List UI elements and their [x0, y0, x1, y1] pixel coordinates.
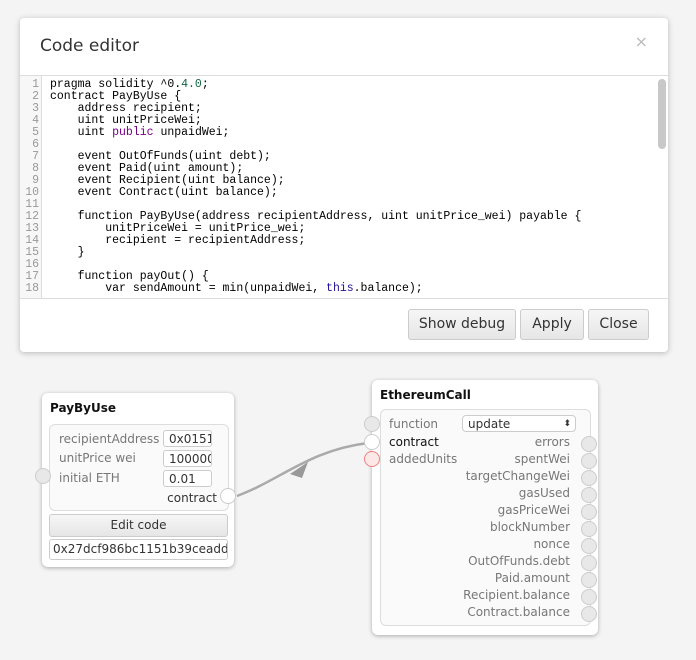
input-label: contract	[389, 435, 439, 449]
output-port[interactable]	[581, 487, 597, 503]
edit-code-button[interactable]: Edit code	[49, 514, 228, 537]
initial-eth-input[interactable]: 0.01	[163, 470, 212, 487]
function-label: function	[389, 417, 439, 431]
unit-price-input[interactable]: 100000	[163, 450, 212, 467]
function-value: update	[468, 417, 511, 431]
ethereumcall-node[interactable]: EthereumCall function update ⬍ contract a…	[364, 380, 598, 635]
function-input-port[interactable]	[364, 416, 380, 432]
output-port[interactable]	[581, 453, 597, 469]
output-label: targetChangeWei	[465, 469, 570, 483]
recipient-address-input[interactable]: 0x0151	[163, 430, 212, 447]
output-port[interactable]	[581, 589, 597, 605]
output-label: OutOfFunds.debt	[468, 554, 570, 568]
input-port[interactable]	[35, 468, 51, 484]
node-title: EthereumCall	[380, 388, 471, 402]
function-select[interactable]: update ⬍	[462, 415, 576, 432]
output-port[interactable]	[581, 555, 597, 571]
output-label: Contract.balance	[467, 605, 570, 619]
field-label: recipientAddress	[59, 432, 160, 446]
contract-input-port[interactable]	[364, 434, 380, 450]
output-label: gasUsed	[518, 486, 570, 500]
field-label: initial ETH	[59, 471, 120, 485]
output-label: Recipient.balance	[463, 588, 570, 602]
output-port[interactable]	[581, 538, 597, 554]
output-port[interactable]	[581, 436, 597, 452]
paybyuse-node[interactable]: PayByUse recipientAddress 0x0151 unitPri…	[35, 393, 236, 567]
output-port[interactable]	[581, 572, 597, 588]
output-label: spentWei	[514, 452, 570, 466]
contract-output-port[interactable]	[220, 488, 236, 504]
node-params: recipientAddress 0x0151 unitPrice wei 10…	[49, 424, 229, 511]
output-label: blockNumber	[489, 520, 570, 534]
output-port[interactable]	[581, 504, 597, 520]
output-label: contract	[167, 491, 217, 505]
output-port[interactable]	[581, 470, 597, 486]
select-arrows-icon: ⬍	[563, 419, 571, 429]
output-label: Paid.amount	[494, 571, 570, 585]
added-units-input-port[interactable]	[364, 451, 380, 467]
output-label: gasPriceWei	[497, 503, 570, 517]
output-port[interactable]	[581, 606, 597, 622]
node-title: PayByUse	[50, 401, 117, 415]
field-label: unitPrice wei	[59, 451, 136, 465]
output-label: errors	[534, 435, 570, 449]
output-label: nonce	[533, 537, 570, 551]
contract-address-field[interactable]: 0x27dcf986bc1151b39ceadd53	[49, 539, 228, 560]
input-label: addedUnits	[389, 452, 458, 466]
output-port[interactable]	[581, 521, 597, 537]
